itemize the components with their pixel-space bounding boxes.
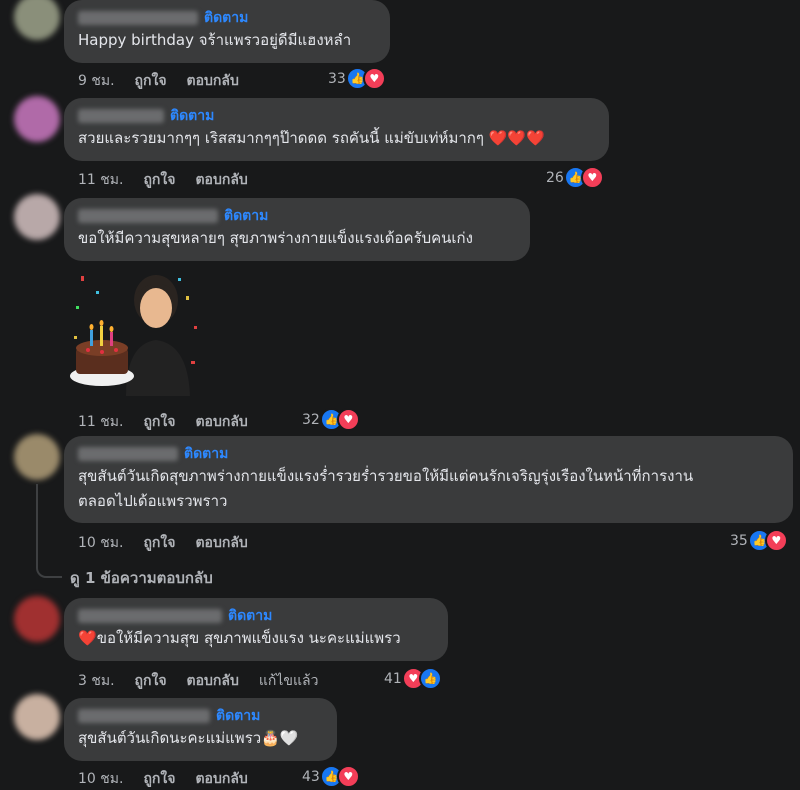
follow-link[interactable]: ติดตาม bbox=[224, 205, 268, 227]
avatar[interactable] bbox=[14, 96, 60, 142]
like-button[interactable]: ถูกใจ bbox=[135, 673, 167, 689]
comment-text: ขอให้มีความสุขหลายๆ สุขภาพร่างกายแข็งแรง… bbox=[78, 229, 473, 247]
cake-heart-emoji: 🎂🤍 bbox=[261, 729, 299, 747]
comment-text-body: สวยและรวยมากๆๆ เริสสมากๆๆป๊าดดด รถคันนี้… bbox=[78, 129, 484, 147]
reply-button[interactable]: ตอบกลับ bbox=[195, 535, 247, 551]
commenter-name[interactable] bbox=[78, 11, 198, 25]
love-reaction-icon: ♥ bbox=[580, 166, 604, 189]
like-button[interactable]: ถูกใจ bbox=[143, 771, 175, 787]
timestamp[interactable]: 9 ชม. bbox=[78, 73, 115, 89]
comment-text-body: ขอให้มีความสุข สุขภาพแข็งแรง นะคะแม่แพรว bbox=[96, 629, 401, 647]
reaction-summary[interactable]: 35 👍 ♥ bbox=[730, 529, 788, 552]
heart-emojis: ❤️❤️❤️ bbox=[488, 129, 545, 147]
comment-bubble: ติดตาม Happy birthday จร้าแพรวอยู่ดีมีแฮ… bbox=[64, 0, 390, 63]
comment-bubble: ติดตาม สุขสันต์วันเกิดนะคะแม่แพรว🎂🤍 bbox=[64, 698, 337, 761]
comment-text: สุขสันต์วันเกิดนะคะแม่แพรว🎂🤍 bbox=[78, 726, 324, 751]
avatar[interactable] bbox=[14, 694, 60, 740]
comment-bubble: ติดตาม สวยและรวยมากๆๆ เริสสมากๆๆป๊าดดด ร… bbox=[64, 98, 609, 161]
timestamp[interactable]: 10 ชม. bbox=[78, 771, 123, 787]
comment-text-line-1: สุขสันต์วันเกิดสุขภาพร่างกายแข็งแรงร่ำรว… bbox=[78, 467, 694, 485]
like-button[interactable]: ถูกใจ bbox=[143, 172, 175, 188]
comment-text: Happy birthday จร้าแพรวอยู่ดีมีแฮงหลำ bbox=[78, 31, 352, 49]
reaction-summary[interactable]: 33 👍 ♥ bbox=[328, 67, 386, 90]
reply-button[interactable]: ตอบกลับ bbox=[195, 414, 247, 430]
follow-link[interactable]: ติดตาม bbox=[184, 443, 228, 465]
love-reaction-icon: ♥ bbox=[336, 765, 360, 788]
commenter-name[interactable] bbox=[78, 609, 222, 623]
commenter-name[interactable] bbox=[78, 447, 178, 461]
reaction-count: 33 bbox=[328, 70, 346, 87]
commenter-name[interactable] bbox=[78, 209, 218, 223]
reply-button[interactable]: ตอบกลับ bbox=[195, 771, 247, 787]
reply-button[interactable]: ตอบกลับ bbox=[187, 73, 239, 89]
timestamp[interactable]: 10 ชม. bbox=[78, 535, 123, 551]
reaction-summary[interactable]: 32 👍 ♥ bbox=[302, 408, 360, 431]
reply-thread-line bbox=[36, 484, 62, 578]
commenter-name[interactable] bbox=[78, 109, 164, 123]
avatar[interactable] bbox=[14, 596, 60, 642]
reaction-count: 35 bbox=[730, 532, 748, 549]
avatar[interactable] bbox=[14, 194, 60, 240]
edited-label: แก้ไขแล้ว bbox=[258, 673, 319, 689]
comment-bubble: ติดตาม ❤️ขอให้มีความสุข สุขภาพแข็งแรง นะ… bbox=[64, 598, 448, 661]
like-button[interactable]: ถูกใจ bbox=[143, 414, 175, 430]
reaction-count: 41 bbox=[384, 670, 402, 687]
comment-actions: 3 ชม. ถูกใจ ตอบกลับ แก้ไขแล้ว bbox=[78, 670, 338, 692]
comment-actions: 11 ชม. ถูกใจ ตอบกลับ bbox=[78, 169, 268, 191]
heart-emoji: ❤️ bbox=[78, 629, 97, 647]
like-button[interactable]: ถูกใจ bbox=[135, 73, 167, 89]
timestamp[interactable]: 11 ชม. bbox=[78, 414, 123, 430]
follow-link[interactable]: ติดตาม bbox=[216, 705, 260, 727]
reaction-summary[interactable]: 41 ♥ 👍 bbox=[384, 667, 442, 690]
comment-text-line-2: ตลอดไปเด้อแพรวพราว bbox=[78, 492, 228, 510]
reply-button[interactable]: ตอบกลับ bbox=[195, 172, 247, 188]
commenter-name[interactable] bbox=[78, 709, 210, 723]
comment-actions: 9 ชม. ถูกใจ ตอบกลับ bbox=[78, 70, 259, 92]
comment-text-body: สุขสันต์วันเกิดนะคะแม่แพรว bbox=[78, 729, 262, 747]
reaction-count: 26 bbox=[546, 169, 564, 186]
follow-link[interactable]: ติดตาม bbox=[170, 105, 214, 127]
view-replies-link[interactable]: ดู 1 ข้อความตอบกลับ bbox=[70, 566, 213, 590]
comment-text: สวยและรวยมากๆๆ เริสสมากๆๆป๊าดดด รถคันนี้… bbox=[78, 126, 596, 151]
comment-actions: 11 ชม. ถูกใจ ตอบกลับ bbox=[78, 411, 268, 433]
love-reaction-icon: ♥ bbox=[764, 529, 788, 552]
comment-actions: 10 ชม. ถูกใจ ตอบกลับ bbox=[78, 768, 268, 790]
follow-link[interactable]: ติดตาม bbox=[228, 605, 272, 627]
reaction-count: 32 bbox=[302, 411, 320, 428]
comment-bubble: ติดตาม สุขสันต์วันเกิดสุขภาพร่างกายแข็งแ… bbox=[64, 436, 793, 523]
follow-link[interactable]: ติดตาม bbox=[204, 7, 248, 29]
avatar[interactable] bbox=[14, 434, 60, 480]
reply-button[interactable]: ตอบกลับ bbox=[187, 673, 239, 689]
reaction-count: 43 bbox=[302, 768, 320, 785]
avatar[interactable] bbox=[14, 0, 60, 40]
timestamp[interactable]: 11 ชม. bbox=[78, 172, 123, 188]
comment-bubble: ติดตาม ขอให้มีความสุขหลายๆ สุขภาพร่างกาย… bbox=[64, 198, 530, 261]
reaction-summary[interactable]: 26 👍 ♥ bbox=[546, 166, 604, 189]
reaction-summary[interactable]: 43 👍 ♥ bbox=[302, 765, 360, 788]
like-button[interactable]: ถูกใจ bbox=[143, 535, 175, 551]
timestamp[interactable]: 3 ชม. bbox=[78, 673, 115, 689]
comment-actions: 10 ชม. ถูกใจ ตอบกลับ bbox=[78, 532, 268, 554]
like-reaction-icon: 👍 bbox=[418, 667, 442, 690]
love-reaction-icon: ♥ bbox=[362, 67, 386, 90]
comment-text: ❤️ขอให้มีความสุข สุขภาพแข็งแรง นะคะแม่แพ… bbox=[78, 626, 435, 651]
birthday-cake-sticker[interactable] bbox=[66, 266, 206, 406]
love-reaction-icon: ♥ bbox=[336, 408, 360, 431]
